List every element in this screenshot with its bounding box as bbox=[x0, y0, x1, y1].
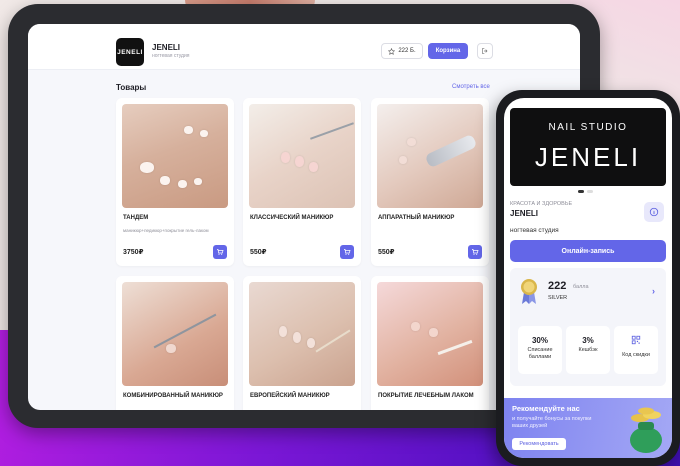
product-card[interactable]: ПОКРЫТИЕ ЛЕЧЕБНЫМ ЛАКОМ bbox=[371, 276, 489, 410]
money-bag-icon bbox=[630, 407, 662, 453]
product-name: ЕВРОПЕЙСКИЙ МАНИКЮР bbox=[250, 393, 330, 399]
referral-title: Рекомендуйте нас bbox=[512, 404, 580, 413]
product-image bbox=[377, 104, 483, 208]
loyalty-points-label: балла bbox=[573, 284, 589, 290]
loyalty-level: SILVER bbox=[548, 295, 568, 301]
online-booking-button[interactable]: Онлайн-запись bbox=[510, 240, 666, 262]
see-all-link[interactable]: Смотреть все bbox=[452, 84, 490, 90]
tile-label: Кешбэк bbox=[578, 347, 598, 353]
product-name: ПОКРЫТИЕ ЛЕЧЕБНЫМ ЛАКОМ bbox=[378, 393, 474, 399]
product-card[interactable]: КЛАССИЧЕСКИЙ МАНИКЮР 550₽ bbox=[243, 98, 361, 266]
logout-button[interactable] bbox=[477, 43, 493, 59]
add-to-cart-button[interactable] bbox=[468, 245, 482, 259]
cart-icon bbox=[217, 248, 224, 255]
info-icon bbox=[649, 207, 659, 217]
tile-discount-code[interactable]: Код скидки bbox=[614, 326, 658, 374]
carousel-dots[interactable] bbox=[578, 190, 593, 193]
studio-category: КРАСОТА И ЗДОРОВЬЕ bbox=[510, 201, 573, 207]
app-header: JENELI JENELI ногтевая студия 222 Б. Кор… bbox=[28, 24, 580, 70]
product-card[interactable]: КОМБИНИРОВАННЫЙ МАНИКЮР bbox=[116, 276, 234, 410]
product-price: 3750₽ bbox=[123, 249, 144, 256]
studio-subtitle: ногтевая студия bbox=[510, 227, 559, 234]
product-image bbox=[122, 104, 228, 208]
product-image bbox=[249, 282, 355, 386]
tile-value: 30% bbox=[531, 336, 548, 345]
points-button[interactable]: 222 Б. bbox=[381, 43, 423, 59]
product-name: КЛАССИЧЕСКИЙ МАНИКЮР bbox=[250, 215, 334, 221]
cart-icon bbox=[344, 248, 351, 255]
product-card[interactable]: ТАНДЕМ маникюр+педикюр+покрытие гель-лак… bbox=[116, 98, 234, 266]
studio-banner[interactable]: NAIL STUDIO JENELI bbox=[510, 108, 666, 186]
brand-subtitle: ногтевая студия bbox=[152, 53, 190, 59]
add-to-cart-button[interactable] bbox=[213, 245, 227, 259]
tile-label: Код скидки bbox=[622, 352, 650, 358]
product-description: маникюр+педикюр+покрытие гель-лаком bbox=[123, 228, 209, 233]
cart-icon bbox=[472, 248, 479, 255]
brand-name: JENELI bbox=[152, 43, 181, 52]
medal-icon bbox=[521, 279, 537, 304]
banner-subtitle: NAIL STUDIO bbox=[548, 122, 628, 133]
tile-label: Списание баллами bbox=[527, 347, 553, 360]
product-card[interactable]: АППАРАТНЫЙ МАНИКЮР 550₽ bbox=[371, 98, 489, 266]
logout-icon bbox=[482, 48, 488, 54]
brand-logo[interactable]: JENELI bbox=[116, 38, 144, 66]
referral-banner: Рекомендуйте нас и получайте бонусы за п… bbox=[504, 398, 672, 458]
phone-screen: NAIL STUDIO JENELI КРАСОТА И ЗДОРОВЬЕ JE… bbox=[504, 98, 672, 458]
referral-text: и получайте бонусы за покупки ваших друз… bbox=[512, 416, 592, 429]
product-image bbox=[249, 104, 355, 208]
banner-title: JENELI bbox=[534, 142, 642, 172]
info-button[interactable] bbox=[644, 202, 664, 222]
add-to-cart-button[interactable] bbox=[340, 245, 354, 259]
loyalty-points: 222 bbox=[548, 280, 567, 292]
product-price: 550₽ bbox=[378, 249, 395, 256]
product-name: ТАНДЕМ bbox=[123, 215, 149, 221]
chevron-right-icon[interactable]: › bbox=[652, 286, 655, 296]
recommend-button[interactable]: Рекомендовать bbox=[512, 438, 566, 450]
star-icon bbox=[388, 47, 396, 55]
cart-button[interactable]: Корзина bbox=[428, 43, 468, 59]
product-image bbox=[122, 282, 228, 386]
tile-cashback[interactable]: 3% Кешбэк bbox=[566, 326, 610, 374]
tile-value: 3% bbox=[582, 336, 594, 345]
phone-device: NAIL STUDIO JENELI КРАСОТА И ЗДОРОВЬЕ JE… bbox=[496, 90, 680, 466]
section-title: Товары bbox=[116, 83, 147, 92]
product-card[interactable]: ЕВРОПЕЙСКИЙ МАНИКЮР bbox=[243, 276, 361, 410]
studio-name: JENELI bbox=[510, 209, 539, 218]
qr-code-icon bbox=[631, 335, 641, 345]
product-name: КОМБИНИРОВАННЫЙ МАНИКЮР bbox=[123, 393, 223, 399]
product-name: АППАРАТНЫЙ МАНИКЮР bbox=[378, 215, 455, 221]
product-price: 550₽ bbox=[250, 249, 267, 256]
points-label: 222 Б. bbox=[398, 48, 416, 54]
loyalty-card[interactable]: 222 балла SILVER › 30% Списание баллами … bbox=[510, 268, 666, 386]
product-image bbox=[377, 282, 483, 386]
tile-points-writeoff[interactable]: 30% Списание баллами bbox=[518, 326, 562, 374]
